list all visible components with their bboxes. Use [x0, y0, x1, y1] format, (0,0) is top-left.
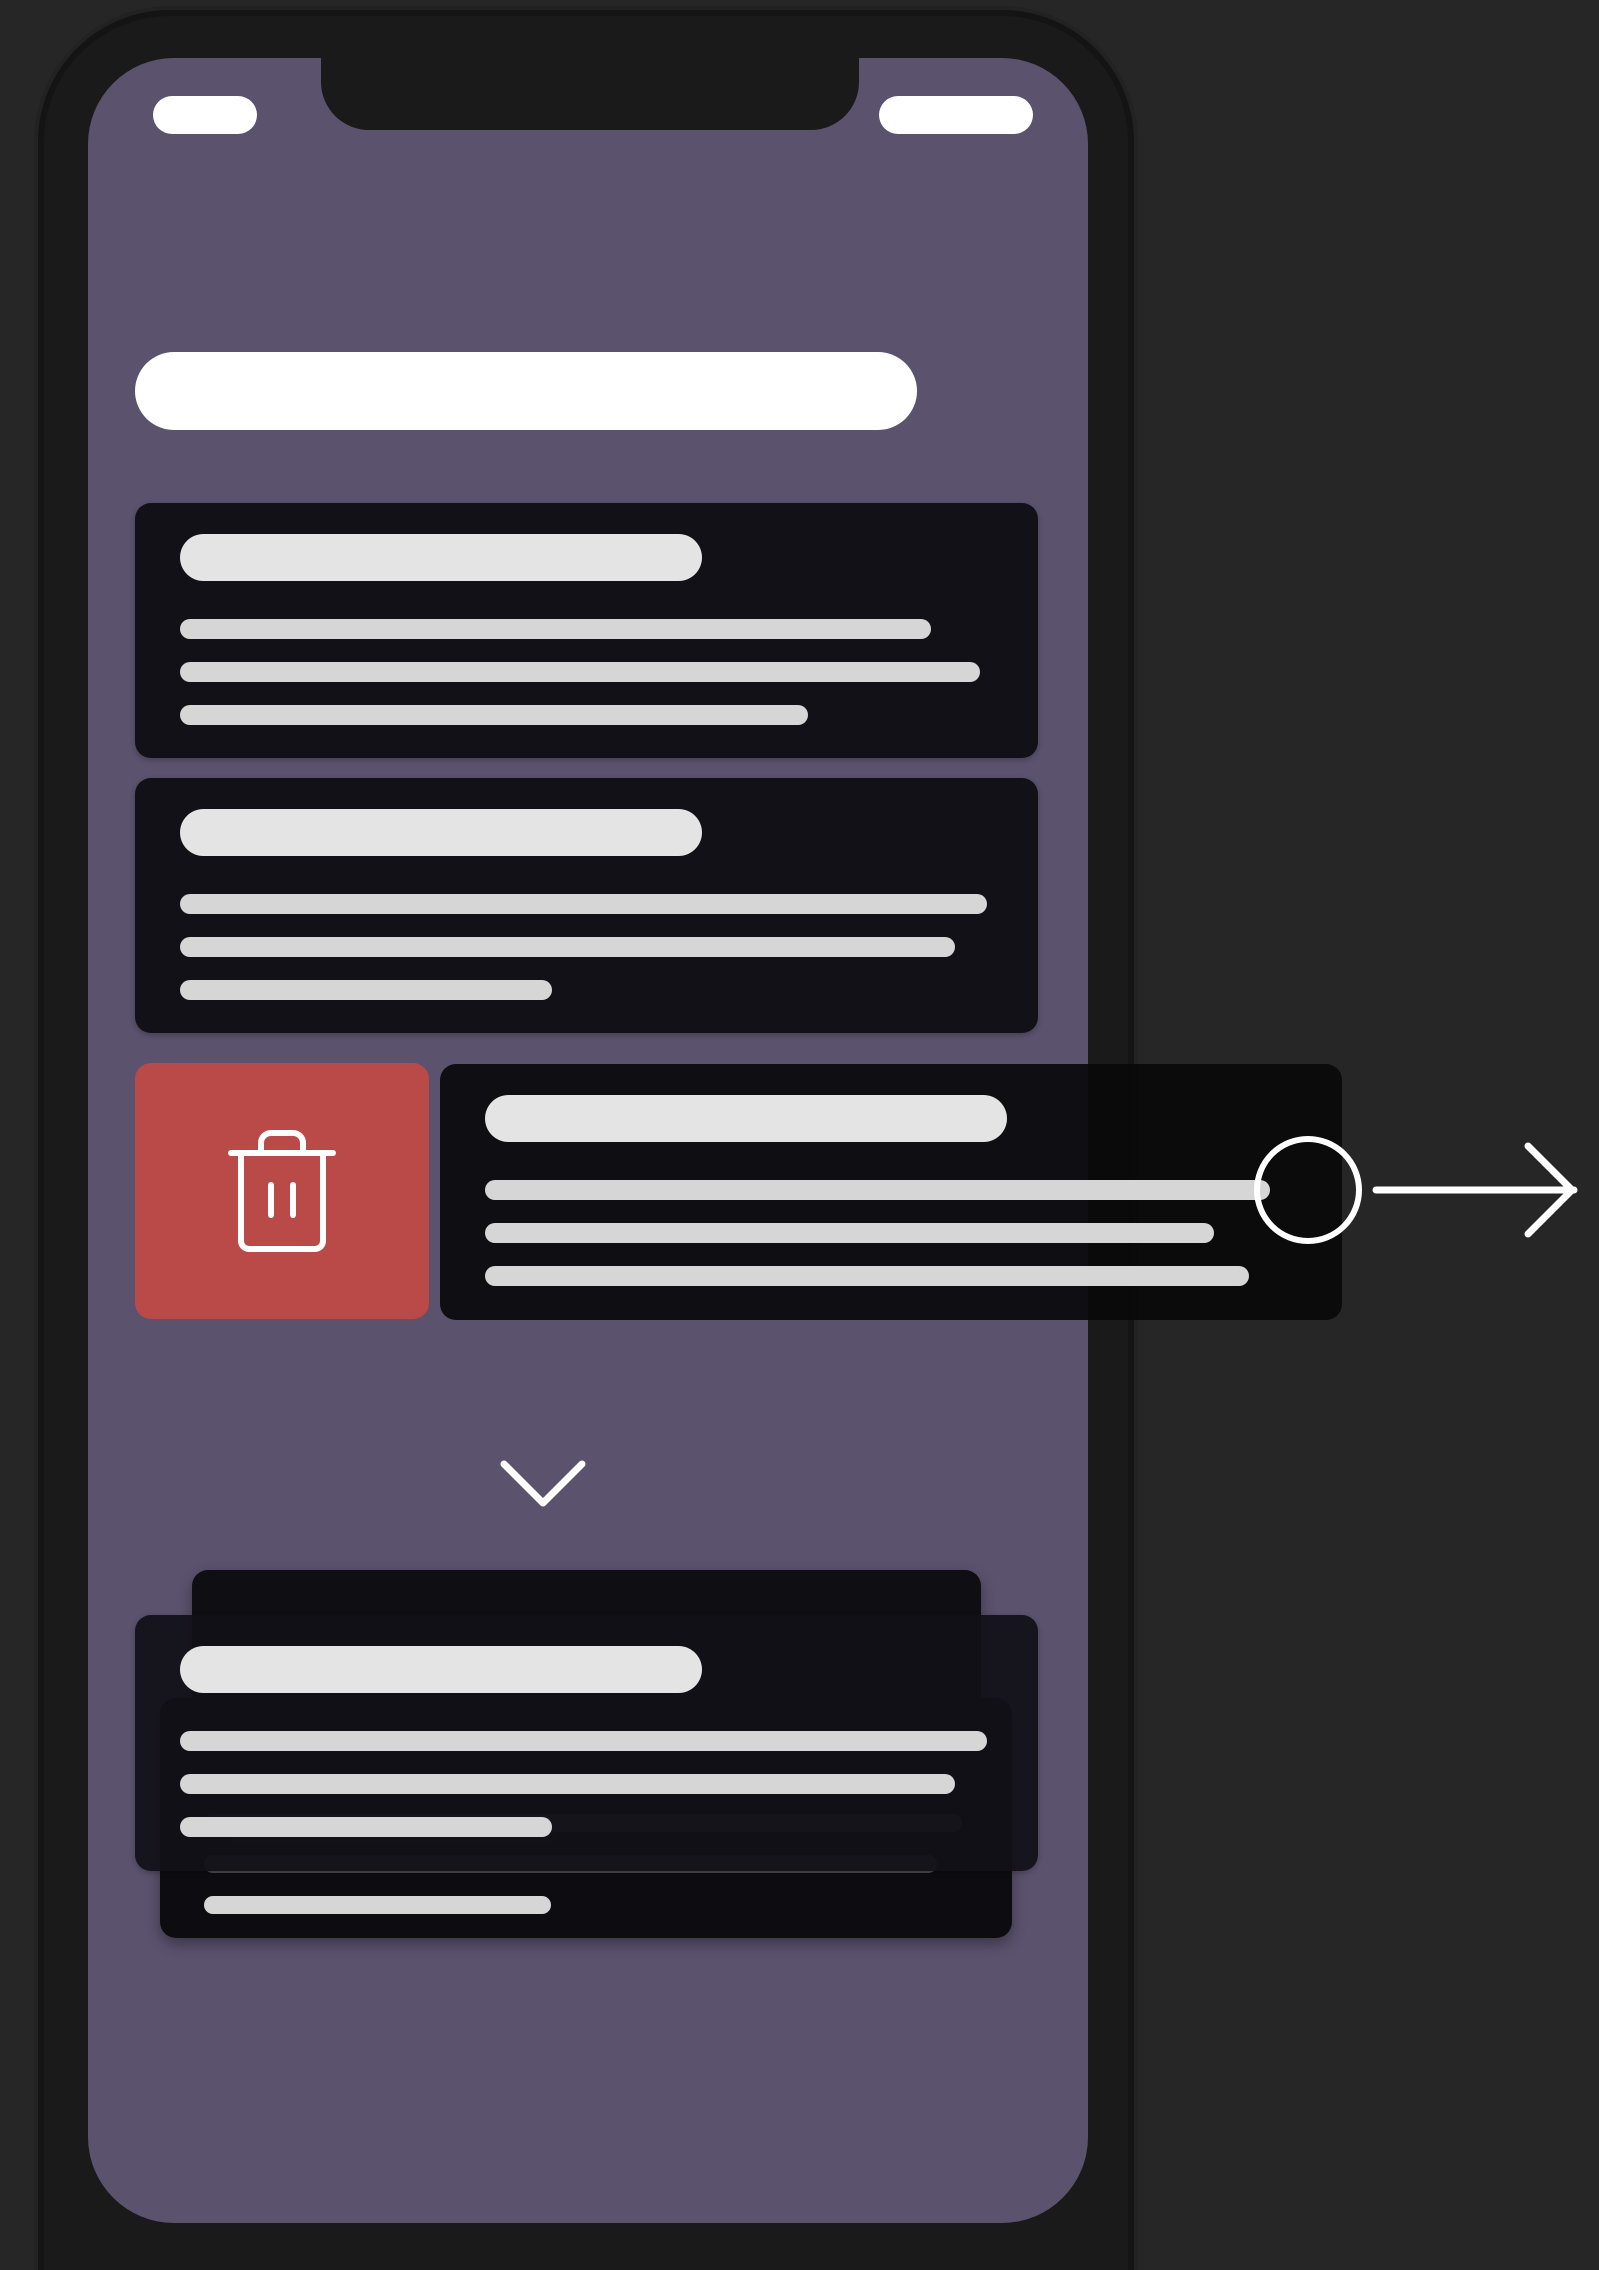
card-title-placeholder [180, 534, 702, 581]
list-item-card-1[interactable] [135, 503, 1038, 758]
list-item-card-3[interactable] [135, 1615, 1038, 1871]
card-body-line [485, 1180, 1270, 1200]
page-title-placeholder [135, 352, 917, 430]
notch [321, 58, 859, 130]
card-body-line [180, 662, 980, 682]
card-body-line [180, 1817, 552, 1837]
arrow-right-icon [1372, 1142, 1578, 1238]
card-body-line [180, 894, 987, 914]
status-right-pill [879, 96, 1033, 134]
swiped-list-item-card[interactable] [440, 1064, 1342, 1320]
delete-action-tile[interactable] [135, 1063, 429, 1319]
card-body-line [180, 619, 931, 639]
card-title-placeholder [485, 1095, 1007, 1142]
card-body-line [485, 1223, 1214, 1243]
list-item-card-2[interactable] [135, 778, 1038, 1033]
card-body-line [485, 1266, 1249, 1286]
card-body-line [204, 1896, 551, 1914]
card-body-line [180, 980, 552, 1000]
stage [0, 0, 1599, 2270]
card-body-line [180, 1731, 987, 1751]
touch-point-icon[interactable] [1254, 1136, 1362, 1244]
card-title-placeholder [180, 1646, 702, 1693]
trash-icon [228, 1130, 336, 1252]
card-body-line [180, 705, 808, 725]
card-body-line [180, 937, 955, 957]
status-left-pill [153, 96, 257, 134]
chevron-down-icon [500, 1460, 586, 1507]
card-body-line [180, 1774, 955, 1794]
card-title-placeholder [180, 809, 702, 856]
